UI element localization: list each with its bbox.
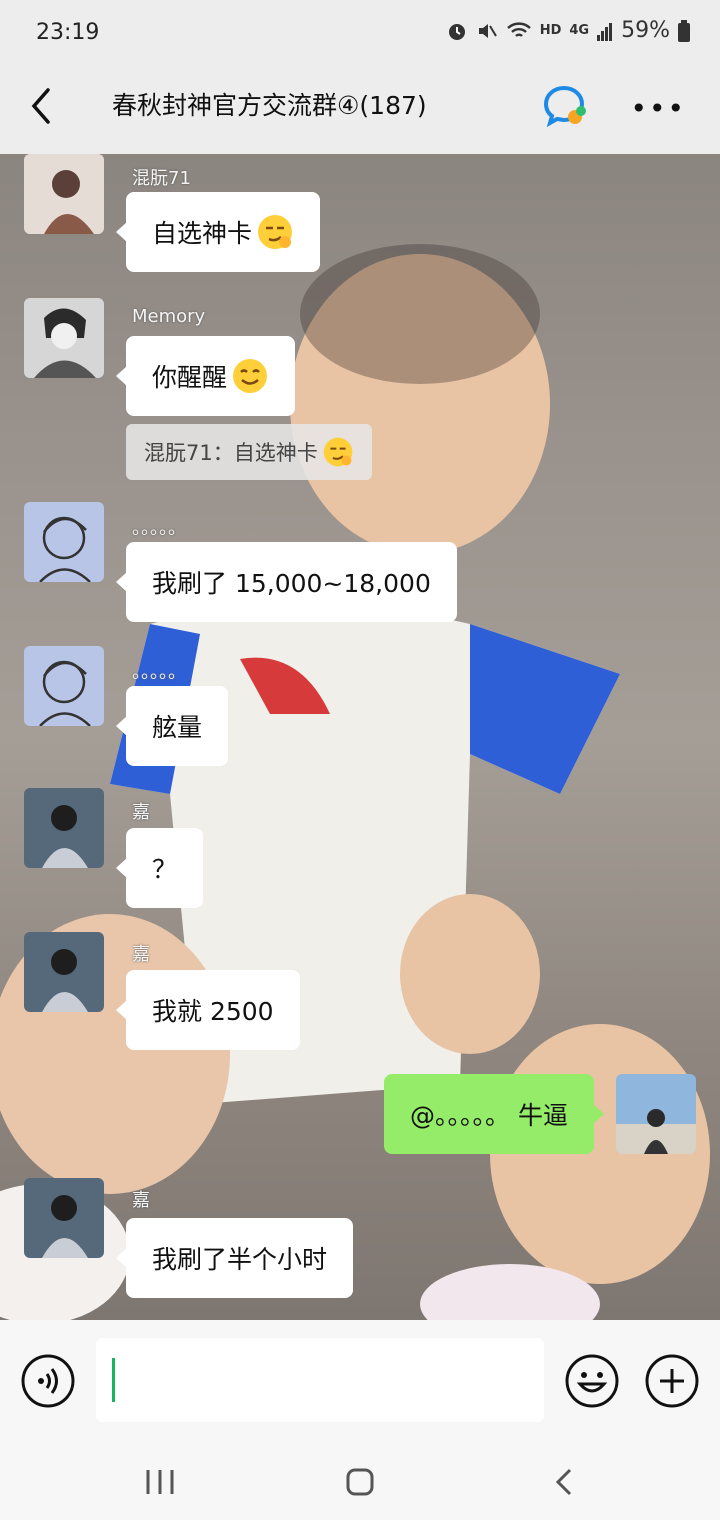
chat-title: 春秋封神官方交流群④(187) <box>112 91 427 120</box>
quoted-text: 混朊71：自选神卡 <box>144 441 318 465</box>
recent-apps-icon[interactable] <box>140 1462 180 1502</box>
avatar[interactable] <box>24 646 104 726</box>
message-text: 舷量 <box>152 713 203 742</box>
message-text: @。。。。。 牛逼 <box>410 1101 568 1130</box>
chat-area[interactable]: 混朊71 自选神卡 Memory 你醒醒 混朊71：自选神卡 。。。。。 我刷了… <box>0 154 720 1320</box>
sender-name: Memory <box>132 306 206 327</box>
smirk-emoji-icon <box>258 215 293 249</box>
more-dots-icon[interactable]: ••• <box>630 92 686 125</box>
home-icon[interactable] <box>340 1462 380 1502</box>
message-text: 我刷了 15,000~18,000 <box>152 569 431 598</box>
message-bubble[interactable]: 我刷了 15,000~18,000 <box>116 542 457 622</box>
status-bar: 23:19 HD 4G 59% <box>0 0 720 70</box>
message-text: 你醒醒 <box>152 363 228 392</box>
avatar[interactable] <box>24 932 104 1012</box>
group-chat-icon[interactable] <box>542 82 590 130</box>
message-text: 我刷了半个小时 <box>152 1245 328 1274</box>
signal-icon <box>597 22 613 41</box>
hd-label: HD <box>539 23 562 38</box>
battery-icon <box>678 19 690 42</box>
avatar[interactable] <box>24 298 104 378</box>
message-bubble[interactable]: 自选神卡 <box>115 192 321 272</box>
sender-name: 嘉 <box>132 802 150 823</box>
battery-percent: 59% <box>621 18 670 43</box>
alarm-icon <box>448 23 465 40</box>
sender-name: 嘉 <box>132 944 150 965</box>
outgoing-message-bubble[interactable]: @。。。。。 牛逼 <box>384 1074 604 1154</box>
chat-wallpaper <box>0 244 710 1320</box>
mute-icon <box>478 23 497 38</box>
avatar[interactable] <box>24 788 104 868</box>
message-text: 我就 2500 <box>152 997 274 1026</box>
message-text: 自选神卡 <box>152 219 253 248</box>
emoji-icon[interactable] <box>564 1353 620 1409</box>
quoted-message[interactable]: 混朊71：自选神卡 <box>126 424 372 480</box>
avatar[interactable] <box>24 154 104 234</box>
message-bubble[interactable]: 我刷了半个小时 <box>115 1218 354 1298</box>
avatar[interactable] <box>24 1178 104 1258</box>
sender-name: 。。。。。 <box>132 518 186 539</box>
voice-icon[interactable] <box>20 1353 76 1409</box>
message-bubble[interactable]: ？ <box>115 828 204 908</box>
text-caret <box>112 1358 115 1402</box>
my-avatar[interactable] <box>616 1074 696 1154</box>
sender-name: 混朊71 <box>132 168 191 189</box>
chevron-left-icon[interactable] <box>22 84 62 128</box>
message-bubble[interactable]: 舷量 <box>115 686 229 766</box>
input-bar <box>0 1320 720 1442</box>
message-bubble[interactable]: 我就 2500 <box>116 970 300 1050</box>
smile-emoji-icon <box>233 359 268 393</box>
message-text: ？ <box>152 855 178 884</box>
plus-icon[interactable] <box>644 1353 700 1409</box>
system-nav-bar <box>0 1442 720 1520</box>
smirk-emoji-icon <box>323 437 353 467</box>
nav-back-icon[interactable] <box>544 1462 584 1502</box>
signal-label: 4G <box>569 23 590 38</box>
sender-name: 。。。。。 <box>132 662 186 683</box>
chat-header: 春秋封神官方交流群④(187) ••• <box>0 70 720 154</box>
sender-name: 嘉 <box>132 1190 150 1211</box>
status-icons: HD 4G 59% <box>446 18 690 43</box>
status-time: 23:19 <box>36 20 100 45</box>
avatar[interactable] <box>24 502 104 582</box>
message-input[interactable] <box>96 1338 544 1422</box>
message-bubble[interactable]: 你醒醒 <box>115 336 296 416</box>
wifi-icon <box>506 21 531 37</box>
